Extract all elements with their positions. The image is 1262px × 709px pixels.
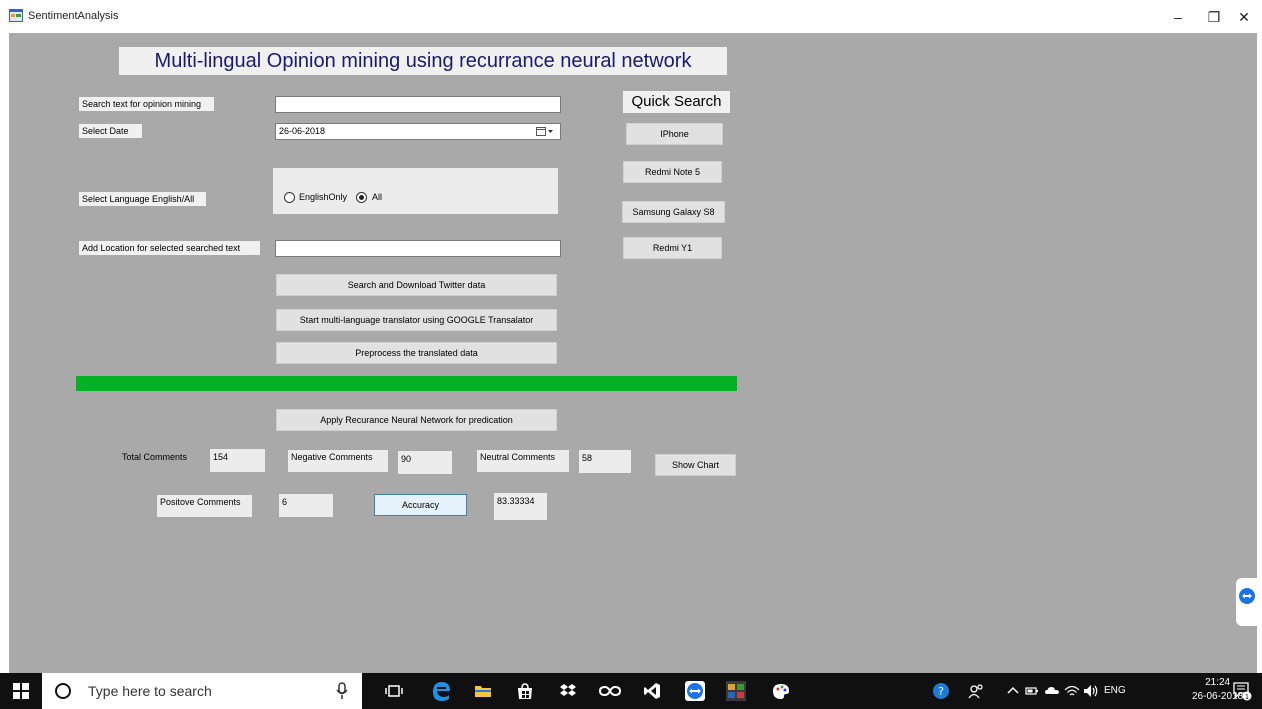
quick-search-redmi-y1-button[interactable]: Redmi Y1 <box>623 237 722 259</box>
volume-icon[interactable] <box>1083 682 1099 700</box>
accuracy-button[interactable]: Accuracy <box>374 494 467 516</box>
battery-icon[interactable] <box>1025 682 1039 700</box>
accuracy-value: 83.33334 <box>494 493 547 520</box>
app-icon <box>9 9 23 22</box>
calendar-dropdown-icon[interactable] <box>536 126 554 137</box>
people-icon[interactable] <box>967 682 985 700</box>
neutral-comments-label: Neutral Comments <box>477 450 569 472</box>
teamviewer-side-tab[interactable] <box>1236 578 1258 626</box>
total-comments-value: 154 <box>210 449 265 472</box>
store-icon[interactable] <box>516 682 534 700</box>
input-language-indicator[interactable]: ENG <box>1104 685 1126 696</box>
quick-search-title: Quick Search <box>623 91 730 113</box>
apply-rnn-button[interactable]: Apply Recurance Neural Network for predi… <box>276 409 557 431</box>
progress-bar <box>76 376 737 391</box>
taskbar: Type here to search ? ENG 21:24 26-06-20… <box>0 673 1262 709</box>
minimize-button[interactable]: – <box>1163 6 1193 28</box>
quick-search-redmi-note5-button[interactable]: Redmi Note 5 <box>623 161 722 183</box>
progress-bar-fill <box>76 376 737 391</box>
wifi-icon[interactable] <box>1064 682 1080 700</box>
edge-browser-icon[interactable] <box>430 680 452 702</box>
action-center-icon[interactable]: 1 <box>1232 681 1252 701</box>
task-view-icon[interactable] <box>385 682 403 700</box>
close-button[interactable]: ✕ <box>1229 6 1259 28</box>
quick-search-samsung-s8-button[interactable]: Samsung Galaxy S8 <box>622 201 725 223</box>
notification-count: 1 <box>1245 693 1249 701</box>
arduino-infinity-icon[interactable] <box>599 682 621 700</box>
all-radio[interactable] <box>356 192 367 203</box>
search-text-label: Search text for opinion mining <box>79 97 214 111</box>
cortana-circle-icon <box>55 683 71 699</box>
visual-studio-icon[interactable] <box>643 682 661 700</box>
positive-comments-value: 6 <box>279 494 333 517</box>
sentiment-app-taskbar-icon[interactable] <box>726 681 746 701</box>
neutral-comments-value: 58 <box>579 450 631 473</box>
svg-text:?: ? <box>938 685 944 698</box>
quick-search-iphone-button[interactable]: IPhone <box>626 123 723 145</box>
taskbar-search-box[interactable]: Type here to search <box>42 673 362 709</box>
select-language-label: Select Language English/All <box>79 192 206 206</box>
file-explorer-icon[interactable] <box>474 682 492 700</box>
search-text-input[interactable] <box>275 96 561 113</box>
language-groupbox: EnglishOnly All <box>273 168 558 214</box>
preprocess-button[interactable]: Preprocess the translated data <box>276 342 557 364</box>
taskbar-search-placeholder: Type here to search <box>88 683 212 699</box>
negative-comments-value: 90 <box>398 451 452 474</box>
chevron-up-icon[interactable] <box>1006 682 1020 700</box>
download-twitter-data-button[interactable]: Search and Download Twitter data <box>276 274 557 296</box>
negative-comments-label: Negative Comments <box>288 450 388 472</box>
help-icon[interactable]: ? <box>932 682 950 700</box>
onedrive-cloud-icon[interactable] <box>1044 682 1060 700</box>
form-client-area: Multi-lingual Opinion mining using recur… <box>9 33 1258 673</box>
teamviewer-icon <box>1239 588 1255 604</box>
location-label: Add Location for selected searched text <box>79 241 260 255</box>
teamviewer-taskbar-icon[interactable] <box>685 681 705 701</box>
date-picker[interactable]: 26-06-2018 <box>275 123 561 140</box>
windows-start-icon[interactable] <box>12 682 30 700</box>
start-translator-button[interactable]: Start multi-language translator using GO… <box>276 309 557 331</box>
select-date-label: Select Date <box>79 124 142 138</box>
english-only-radio[interactable] <box>284 192 295 203</box>
english-only-radio-label[interactable]: EnglishOnly <box>299 192 347 202</box>
dropbox-icon[interactable] <box>559 682 577 700</box>
microphone-icon[interactable] <box>335 682 349 700</box>
window-title: SentimentAnalysis <box>28 10 119 22</box>
paint-icon[interactable] <box>772 682 790 700</box>
maximize-button[interactable]: ❐ <box>1199 6 1229 28</box>
total-comments-label: Total Comments <box>122 452 188 462</box>
positive-comments-label: Positove Comments <box>157 495 252 517</box>
location-input[interactable] <box>275 240 561 257</box>
window-titlebar: SentimentAnalysis – ❐ ✕ <box>0 0 1262 33</box>
all-radio-label[interactable]: All <box>372 192 382 202</box>
page-title: Multi-lingual Opinion mining using recur… <box>119 47 727 75</box>
date-value: 26-06-2018 <box>279 126 326 136</box>
show-chart-button[interactable]: Show Chart <box>655 454 736 476</box>
